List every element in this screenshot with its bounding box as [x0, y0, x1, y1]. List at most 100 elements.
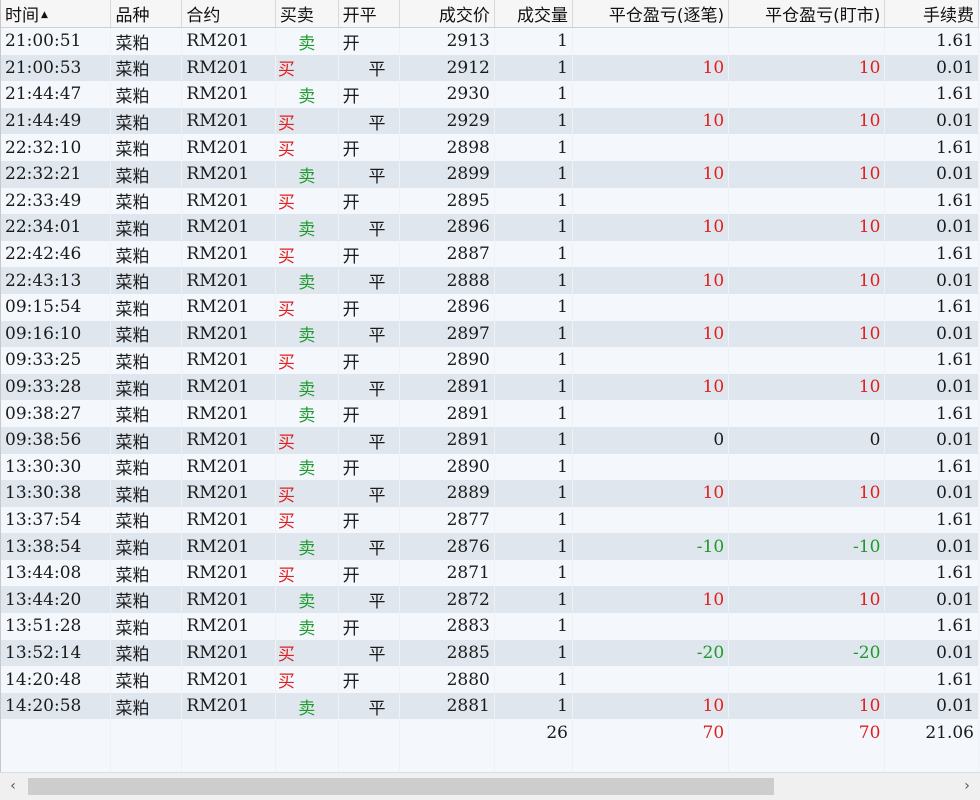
table-row[interactable]: 22:42:46 菜粕 RM201 买开 2887 1 1.61 — [1, 240, 979, 268]
cell-variety: 菜粕 — [110, 506, 183, 534]
table-row[interactable]: 22:33:49 菜粕 RM201 买开 2895 1 1.61 — [1, 187, 979, 215]
cell-contract: RM201 — [181, 533, 276, 560]
table-row[interactable]: 13:38:54 菜粕 RM201 卖平 2876 1 -10 -10 0.01 — [1, 533, 979, 560]
cell-side: 卖 — [275, 586, 339, 614]
table-row[interactable]: 13:30:38 菜粕 RM201 买平 2889 1 10 10 0.01 — [1, 480, 979, 507]
cell-contract: RM201 — [181, 187, 276, 215]
column-header-variety[interactable]: 品种 — [110, 0, 183, 28]
cell-fee: 0.01 — [884, 160, 979, 188]
cell-pnl_mtm: 10 — [728, 267, 886, 294]
scrollbar-thumb[interactable] — [28, 778, 774, 795]
cell-variety: 菜粕 — [110, 586, 183, 614]
cell-time: 09:15:54 — [1, 293, 112, 321]
table-row[interactable]: 09:15:54 菜粕 RM201 买开 2896 1 1.61 — [1, 293, 979, 321]
cell-price: 2899 — [399, 160, 495, 188]
column-header-fee[interactable]: 手续费 — [884, 0, 979, 28]
cell-price: 2896 — [399, 293, 495, 321]
cell-pnl_trade: 10 — [572, 586, 730, 614]
column-header-side[interactable]: 买卖 — [275, 0, 339, 28]
column-header-contract[interactable]: 合约 — [181, 0, 276, 28]
total-price — [399, 719, 495, 747]
cell-volume: 1 — [494, 240, 573, 268]
column-header-volume[interactable]: 成交量 — [494, 0, 573, 28]
table-row[interactable]: 09:33:28 菜粕 RM201 卖平 2891 1 10 10 0.01 — [1, 373, 979, 401]
table-row[interactable]: 09:38:56 菜粕 RM201 买平 2891 1 0 0 0.01 — [1, 426, 979, 454]
cell-pnl_trade: 10 — [572, 692, 730, 720]
cell-time: 21:44:49 — [1, 107, 112, 135]
cell-fee: 0.01 — [884, 692, 979, 720]
chevron-left-icon[interactable]: ‹ — [0, 773, 26, 800]
cell-openclose: 平 — [338, 320, 401, 348]
cell-fee: 1.61 — [884, 506, 979, 534]
cell-volume: 1 — [494, 426, 573, 454]
cell-openclose: 平 — [338, 107, 401, 135]
column-header-label: 成交价 — [438, 6, 490, 26]
table-row[interactable]: 21:44:49 菜粕 RM201 买平 2929 1 10 10 0.01 — [1, 107, 979, 135]
table-row[interactable]: 14:20:48 菜粕 RM201 买开 2880 1 1.61 — [1, 666, 979, 693]
cell-volume: 1 — [494, 533, 573, 560]
table-row[interactable]: 13:51:28 菜粕 RM201 卖开 2883 1 1.61 — [1, 613, 979, 640]
table-row[interactable]: 21:00:53 菜粕 RM201 买平 2912 1 10 10 0.01 — [1, 54, 979, 82]
cell-openclose: 平 — [338, 639, 401, 667]
cell-price: 2890 — [399, 453, 495, 481]
cell-openclose: 平 — [338, 426, 401, 454]
column-header-time[interactable]: 时间 ▲ — [1, 0, 112, 28]
cell-pnl_trade: -10 — [572, 533, 730, 560]
column-header-pnl_mtm[interactable]: 平仓盈亏(盯市) — [728, 0, 886, 28]
column-header-price[interactable]: 成交价 — [399, 0, 495, 28]
total-time — [1, 719, 112, 747]
table-row[interactable]: 21:44:47 菜粕 RM201 卖开 2930 1 1.61 — [1, 81, 979, 108]
cell-time: 14:20:48 — [1, 666, 112, 693]
cell-fee: 0.01 — [884, 267, 979, 294]
cell-openclose: 开 — [338, 293, 401, 321]
table-row[interactable]: 13:37:54 菜粕 RM201 买开 2877 1 1.61 — [1, 506, 979, 534]
table-row[interactable]: 22:32:10 菜粕 RM201 买开 2898 1 1.61 — [1, 134, 979, 161]
cell-contract: RM201 — [181, 639, 276, 667]
cell-fee: 1.61 — [884, 240, 979, 268]
table-row[interactable]: 22:43:13 菜粕 RM201 卖平 2888 1 10 10 0.01 — [1, 267, 979, 294]
table-row[interactable]: 14:20:58 菜粕 RM201 卖平 2881 1 10 10 0.01 — [1, 692, 979, 720]
cell-volume: 1 — [494, 267, 573, 294]
cell-side: 买 — [275, 293, 339, 321]
cell-variety: 菜粕 — [110, 54, 183, 82]
total-fee: 21.06 — [884, 719, 979, 747]
cell-variety: 菜粕 — [110, 639, 183, 667]
column-header-openclose[interactable]: 开平 — [338, 0, 401, 28]
empty-cell — [572, 746, 730, 772]
table-row[interactable]: 13:52:14 菜粕 RM201 买平 2885 1 -20 -20 0.01 — [1, 639, 979, 667]
cell-fee: 0.01 — [884, 639, 979, 667]
cell-volume: 1 — [494, 400, 573, 427]
table-row[interactable]: 22:34:01 菜粕 RM201 卖平 2896 1 10 10 0.01 — [1, 214, 979, 241]
cell-volume: 1 — [494, 54, 573, 82]
table-row[interactable]: 21:00:51 菜粕 RM201 卖开 2913 1 1.61 — [1, 27, 979, 55]
cell-variety: 菜粕 — [110, 559, 183, 587]
column-header-pnl_trade[interactable]: 平仓盈亏(逐笔) — [572, 0, 730, 28]
cell-contract: RM201 — [181, 81, 276, 108]
table-row[interactable]: 09:16:10 菜粕 RM201 卖平 2897 1 10 10 0.01 — [1, 320, 979, 348]
cell-time: 21:00:51 — [1, 27, 112, 55]
chevron-right-icon[interactable]: › — [954, 773, 980, 800]
table-row[interactable]: 13:30:30 菜粕 RM201 卖开 2890 1 1.61 — [1, 453, 979, 481]
cell-pnl_mtm: 10 — [728, 480, 886, 507]
cell-openclose: 开 — [338, 81, 401, 108]
table-row[interactable]: 13:44:08 菜粕 RM201 买开 2871 1 1.61 — [1, 559, 979, 587]
cell-fee: 1.61 — [884, 453, 979, 481]
cell-openclose: 开 — [338, 134, 401, 161]
table-row[interactable]: 13:44:20 菜粕 RM201 卖平 2872 1 10 10 0.01 — [1, 586, 979, 614]
table-row[interactable]: 22:32:21 菜粕 RM201 卖平 2899 1 10 10 0.01 — [1, 160, 979, 188]
cell-openclose: 开 — [338, 453, 401, 481]
cell-variety: 菜粕 — [110, 320, 183, 348]
table-row[interactable]: 09:38:27 菜粕 RM201 卖开 2891 1 1.61 — [1, 400, 979, 427]
cell-volume: 1 — [494, 480, 573, 507]
table-row[interactable]: 09:33:25 菜粕 RM201 买开 2890 1 1.61 — [1, 347, 979, 374]
horizontal-scrollbar[interactable]: ‹ › — [0, 772, 980, 800]
cell-pnl_trade — [572, 613, 730, 640]
cell-volume: 1 — [494, 107, 573, 135]
table-body: 21:00:51 菜粕 RM201 卖开 2913 1 1.61 21:00:53 菜粕 RM20… — [1, 27, 979, 772]
cell-pnl_mtm: -20 — [728, 639, 886, 667]
column-header-label: 平仓盈亏(盯市) — [765, 6, 881, 26]
cell-side: 卖 — [275, 692, 339, 720]
cell-variety: 菜粕 — [110, 214, 183, 241]
cell-side: 卖 — [275, 160, 339, 188]
cell-pnl_mtm — [728, 559, 886, 587]
